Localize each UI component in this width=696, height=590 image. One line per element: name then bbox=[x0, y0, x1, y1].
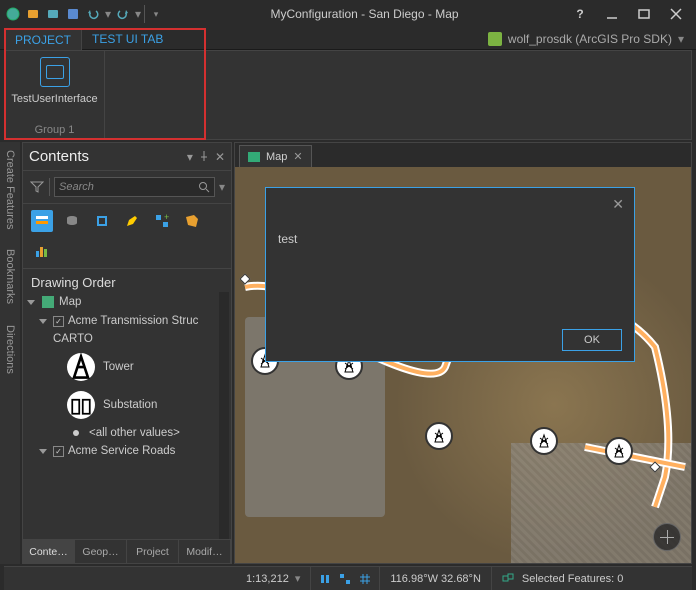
rail-bookmarks[interactable]: Bookmarks bbox=[4, 249, 16, 304]
list-by-snapping-icon[interactable]: + bbox=[151, 210, 173, 232]
user-dropdown-icon[interactable]: ▾ bbox=[678, 32, 684, 46]
substation-symbol-icon bbox=[67, 391, 95, 419]
close-pane-icon[interactable]: ✕ bbox=[215, 150, 225, 164]
selection-icon bbox=[502, 572, 516, 586]
scale-control[interactable]: 1:13,212▾ bbox=[236, 567, 311, 590]
redo-icon[interactable] bbox=[114, 5, 132, 23]
toc-symbol-tower[interactable]: Tower bbox=[27, 348, 227, 386]
map-icon bbox=[41, 295, 55, 309]
contents-pane-title: Contents bbox=[29, 148, 187, 165]
user-label[interactable]: wolf_prosdk (ArcGIS Pro SDK) bbox=[508, 32, 672, 46]
map-canvas[interactable]: ✕ test OK bbox=[235, 167, 691, 563]
list-by-editing-icon[interactable] bbox=[121, 210, 143, 232]
drawing-order-heading: Drawing Order bbox=[23, 269, 231, 292]
dropdown-icon[interactable]: ▾ bbox=[187, 150, 193, 164]
list-by-chart-icon[interactable] bbox=[31, 240, 53, 262]
open-project-icon[interactable] bbox=[44, 5, 62, 23]
toc-carto-label: CARTO bbox=[27, 330, 227, 348]
navigator-widget[interactable] bbox=[653, 523, 681, 551]
user-status-icon bbox=[488, 32, 502, 46]
status-grid-icon[interactable] bbox=[357, 571, 373, 587]
coordinates-display[interactable]: 116.98°W 32.68°N bbox=[380, 567, 492, 590]
qat-customize-icon[interactable]: ▾ bbox=[147, 5, 165, 23]
tab-contents[interactable]: Conte… bbox=[23, 540, 75, 563]
quick-access-toolbar: ▾ ▾ ▾ bbox=[4, 5, 165, 23]
toc-symbol-other[interactable]: <all other values> bbox=[27, 424, 227, 442]
tab-modify[interactable]: Modif… bbox=[179, 540, 231, 563]
toc-layer-transmission[interactable]: ✓Acme Transmission Struc bbox=[27, 312, 227, 330]
list-by-labeling-icon[interactable] bbox=[181, 210, 203, 232]
ribbon-button-label: TestUserInterface bbox=[11, 93, 97, 105]
bottom-dock-tabs: Conte… Geop… Project Modif… bbox=[23, 539, 231, 563]
list-by-source-icon[interactable] bbox=[61, 210, 83, 232]
ribbon-group-1: TestUserInterface Group 1 bbox=[5, 51, 105, 139]
status-bar: 1:13,212▾ 116.98°W 32.68°N Selected Feat… bbox=[4, 566, 692, 590]
message-dialog: ✕ test OK bbox=[265, 187, 635, 362]
toc-symbol-substation[interactable]: Substation bbox=[27, 386, 227, 424]
dock-rail-left: Create Features Bookmarks Directions bbox=[0, 142, 20, 564]
svg-text:+: + bbox=[164, 213, 169, 222]
pin-icon[interactable] bbox=[199, 150, 209, 164]
undo-dropdown-icon[interactable]: ▾ bbox=[104, 5, 112, 23]
ribbon-group-label: Group 1 bbox=[35, 124, 75, 139]
toc-layer-roads[interactable]: ✓Acme Service Roads bbox=[27, 442, 227, 460]
search-dropdown-icon[interactable]: ▾ bbox=[219, 180, 225, 194]
filter-icon[interactable] bbox=[29, 179, 45, 195]
map-icon bbox=[248, 152, 260, 162]
status-snap-icon[interactable] bbox=[337, 571, 353, 587]
list-by-selection-icon[interactable] bbox=[91, 210, 113, 232]
help-button[interactable]: ? bbox=[564, 2, 596, 26]
dialog-message: test bbox=[266, 188, 634, 290]
window-title: MyConfiguration - San Diego - Map bbox=[165, 7, 564, 21]
ribbon-tab-test[interactable]: TEST UI TAB bbox=[82, 28, 173, 50]
new-project-icon[interactable] bbox=[24, 5, 42, 23]
contents-pane: Contents ▾ ✕ Search ▾ + Drawing O bbox=[22, 142, 232, 564]
tab-project[interactable]: Project bbox=[127, 540, 179, 563]
toc-tree: Map ✓Acme Transmission Struc CARTO Tower… bbox=[23, 292, 231, 539]
ribbon-tab-project[interactable]: PROJECT bbox=[4, 28, 82, 50]
map-feature-tower[interactable] bbox=[530, 427, 558, 455]
test-user-interface-button[interactable] bbox=[40, 57, 70, 87]
maximize-button[interactable] bbox=[628, 2, 660, 26]
rail-create-features[interactable]: Create Features bbox=[4, 150, 16, 229]
dialog-ok-button[interactable]: OK bbox=[562, 329, 622, 351]
toc-view-switcher: + bbox=[23, 204, 231, 269]
list-by-drawing-order-icon[interactable] bbox=[31, 210, 53, 232]
checkbox-icon[interactable]: ✓ bbox=[53, 446, 64, 457]
map-feature-tower[interactable] bbox=[605, 437, 633, 465]
tab-geoprocessing[interactable]: Geop… bbox=[75, 540, 127, 563]
selected-features-display[interactable]: Selected Features: 0 bbox=[492, 567, 634, 590]
search-icon bbox=[198, 181, 210, 193]
dialog-close-button[interactable]: ✕ bbox=[612, 196, 624, 213]
tower-symbol-icon bbox=[67, 353, 95, 381]
close-button[interactable] bbox=[660, 2, 692, 26]
title-bar: ▾ ▾ ▾ MyConfiguration - San Diego - Map … bbox=[0, 0, 696, 28]
rail-directions[interactable]: Directions bbox=[4, 325, 16, 374]
map-view-container: Map ✕ ✕ tes bbox=[234, 142, 692, 564]
map-feature-tower[interactable] bbox=[425, 422, 453, 450]
status-pause-icon[interactable] bbox=[317, 571, 333, 587]
minimize-button[interactable] bbox=[596, 2, 628, 26]
checkbox-icon[interactable]: ✓ bbox=[53, 316, 64, 327]
ribbon: PROJECT TEST UI TAB TestUserInterface Gr… bbox=[0, 50, 696, 140]
app-icon bbox=[4, 5, 22, 23]
search-input[interactable]: Search bbox=[54, 177, 215, 197]
close-map-tab-icon[interactable]: ✕ bbox=[293, 150, 302, 163]
redo-dropdown-icon[interactable]: ▾ bbox=[134, 5, 142, 23]
undo-icon[interactable] bbox=[84, 5, 102, 23]
map-view-tab[interactable]: Map ✕ bbox=[239, 145, 312, 167]
toc-map-root[interactable]: Map bbox=[27, 292, 227, 312]
save-icon[interactable] bbox=[64, 5, 82, 23]
